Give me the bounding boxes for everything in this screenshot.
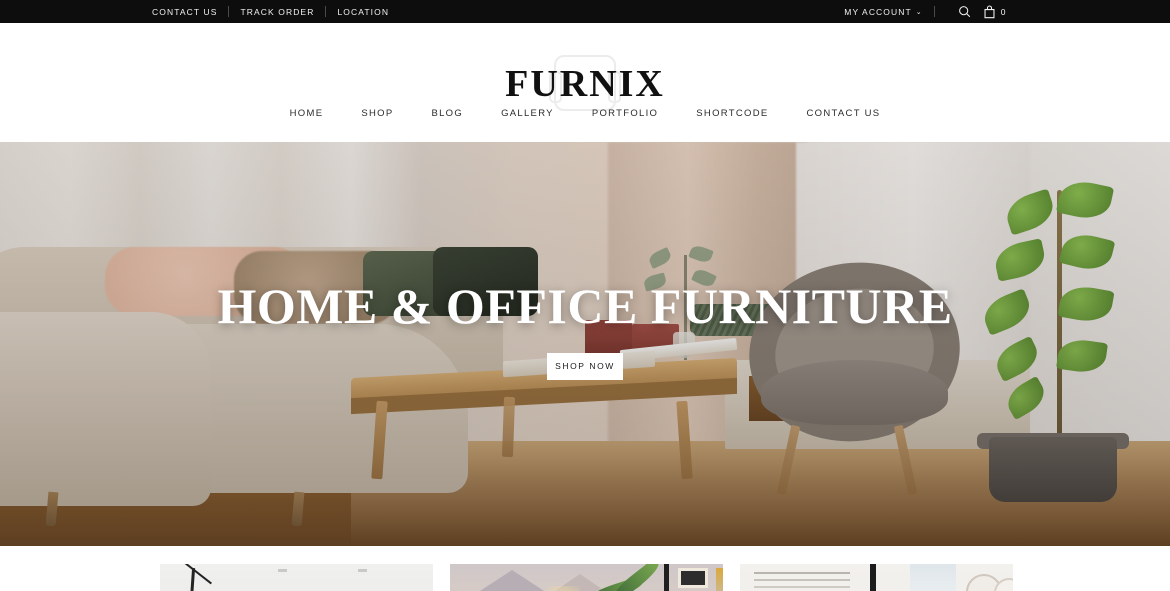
nav-item-portfolio[interactable]: PORTFOLIO xyxy=(592,108,658,119)
hero-banner: HOME & OFFICE FURNITURE SHOP NOW xyxy=(0,142,1170,546)
lamp-pole xyxy=(187,567,196,591)
my-account-label: MY ACCOUNT xyxy=(844,6,912,17)
nav-item-blog[interactable]: BLOG xyxy=(431,108,463,119)
topbar-divider xyxy=(933,6,935,17)
nav-item-contact-us[interactable]: CONTACT US xyxy=(807,108,881,119)
topbar-link-location[interactable]: LOCATION xyxy=(337,7,389,17)
hero-title: HOME & OFFICE FURNITURE xyxy=(217,277,953,334)
nav-item-gallery[interactable]: GALLERY xyxy=(501,108,554,119)
cart-button[interactable]: 0 xyxy=(983,4,1006,19)
gallery-card-2[interactable] xyxy=(450,564,723,591)
cart-count: 0 xyxy=(1000,6,1006,17)
wall-art-lines xyxy=(754,572,850,574)
my-account-menu[interactable]: MY ACCOUNT ⌄ xyxy=(844,7,923,17)
top-bar-left-links: CONTACT US TRACK ORDER LOCATION xyxy=(152,6,389,17)
nav-item-shortcode[interactable]: SHORTCODE xyxy=(696,108,768,119)
shop-now-button[interactable]: SHOP NOW xyxy=(547,352,623,380)
topbar-divider xyxy=(325,6,327,17)
hero-content: HOME & OFFICE FURNITURE SHOP NOW xyxy=(0,142,1170,546)
gallery-strip xyxy=(0,546,1170,591)
topbar-link-track-order[interactable]: TRACK ORDER xyxy=(240,7,314,17)
logo[interactable]: FURNIX xyxy=(0,55,1170,111)
logo-text: FURNIX xyxy=(505,63,665,105)
framed-artwork xyxy=(716,568,723,591)
palm-frond xyxy=(609,564,663,591)
gallery-card-3[interactable] xyxy=(740,564,1013,591)
gallery-card-1[interactable] xyxy=(160,564,433,591)
site-header: FURNIX HOME SHOP BLOG GALLERY PORTFOLIO … xyxy=(0,23,1170,142)
main-navigation: HOME SHOP BLOG GALLERY PORTFOLIO SHORTCO… xyxy=(0,108,1170,142)
sun-glow xyxy=(546,586,580,591)
black-post xyxy=(870,564,876,591)
wall-detail xyxy=(278,569,287,572)
framed-artwork xyxy=(678,568,708,588)
nav-item-shop[interactable]: SHOP xyxy=(361,108,393,119)
topbar-divider xyxy=(228,6,230,17)
chevron-down-icon: ⌄ xyxy=(915,8,923,16)
topbar-link-contact-us[interactable]: CONTACT US xyxy=(152,7,217,17)
wall-detail xyxy=(358,569,367,572)
top-bar: CONTACT US TRACK ORDER LOCATION MY ACCOU… xyxy=(0,0,1170,23)
dark-divider xyxy=(664,564,669,591)
top-bar-right-actions: MY ACCOUNT ⌄ 0 xyxy=(844,4,1158,19)
nav-item-home[interactable]: HOME xyxy=(290,108,324,119)
window xyxy=(910,564,956,591)
search-icon[interactable] xyxy=(958,5,971,18)
